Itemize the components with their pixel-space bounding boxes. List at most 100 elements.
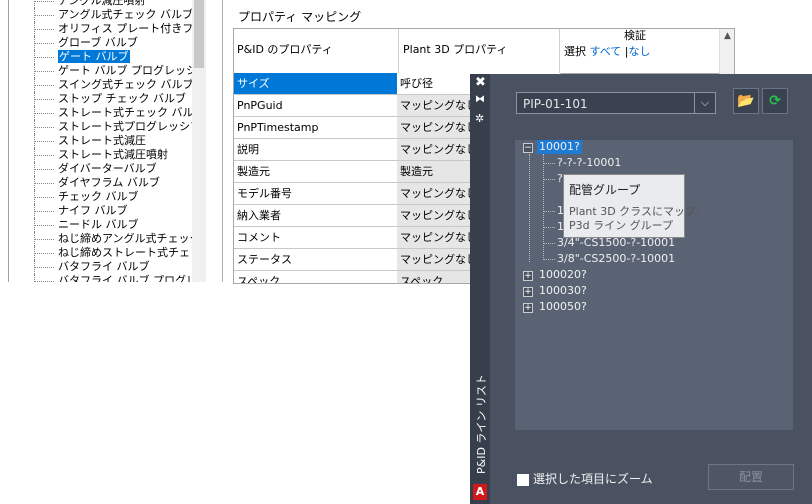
tree-item[interactable]: ねじ締めアングル式チェック / [34, 232, 194, 246]
select-label: 選択 [564, 45, 586, 58]
tree-connector [34, 1, 54, 2]
tree-connector [34, 141, 54, 142]
zoom-to-selection-checkbox[interactable] [517, 474, 529, 486]
tree-node-line[interactable]: ?-?-?-10001 [557, 156, 621, 170]
place-button[interactable]: 配置 [708, 464, 794, 490]
tree-connector [34, 43, 54, 44]
tree-connector [34, 239, 54, 240]
tree-item-label: ねじ締めアングル式チェック / [58, 232, 194, 245]
pid-property-cell[interactable]: サイズ [234, 73, 398, 94]
refresh-button[interactable]: ⟳ [762, 88, 788, 114]
tree-item[interactable]: バタフライ バルブ プログレッシ [34, 274, 194, 282]
tree-item[interactable]: バタフライ バルブ [34, 260, 194, 274]
tree-node-line[interactable]: 3/8"-CS2500-?-10001 [557, 252, 675, 266]
tree-item[interactable]: ストップ チェック バルブ [34, 92, 194, 106]
valve-class-tree[interactable]: アングル減圧噴射アングル式チェック バルブオリフィス プレート付きフローグローブ… [0, 0, 223, 282]
chevron-down-icon[interactable]: ⌵ [694, 93, 715, 113]
select-all-link[interactable]: すべて [590, 45, 622, 58]
header-verify: 検証 選択 すべて |なし [559, 29, 720, 73]
tree-connector [543, 163, 555, 164]
header-plant3d-property[interactable]: Plant 3D プロパティ [398, 29, 563, 73]
tree-item[interactable]: チェック バルブ [34, 190, 194, 204]
tooltip: 配管グループ Plant 3D クラスにマップ: P3d ライン グループ [563, 174, 700, 238]
tree-scrollbar[interactable] [192, 0, 206, 282]
scroll-up-arrow-icon[interactable]: ▲ [720, 31, 734, 41]
expand-icon[interactable]: + [523, 303, 533, 313]
tree-connector [543, 211, 555, 212]
tree-item-label: バタフライ バルブ [58, 260, 150, 273]
tree-item[interactable]: ストレート式減圧 [34, 134, 194, 148]
tree-item[interactable]: スイング式チェック バルブ [34, 78, 194, 92]
pid-property-cell[interactable]: ステータス [234, 249, 398, 270]
tree-node-line[interactable]: ? [557, 172, 563, 186]
tooltip-title: 配管グループ [569, 183, 641, 197]
tree-connector [543, 227, 555, 228]
tree-item[interactable]: アングル減圧噴射 [34, 0, 194, 8]
palette-title-bar[interactable]: ✖ ⧓ ✲ P&ID ライン リスト A [470, 74, 490, 504]
open-folder-button[interactable]: 📂 [733, 88, 759, 114]
collapse-icon[interactable]: − [523, 143, 533, 153]
tree-item[interactable]: ストレート式チェック バルブ [34, 106, 194, 120]
zoom-to-selection-label[interactable]: 選択した項目にズーム [533, 470, 653, 487]
select-none-link[interactable]: なし [629, 45, 651, 58]
tree-connector [34, 85, 54, 86]
tree-item[interactable]: ダイヤフラム バルブ [34, 176, 194, 190]
pid-property-cell[interactable]: 製造元 [234, 161, 398, 182]
pid-property-cell[interactable]: コメント [234, 227, 398, 248]
line-number-dropdown[interactable]: PIP-01-101 ⌵ [516, 92, 716, 114]
tree-item[interactable]: ゲート バルブ [34, 50, 194, 64]
tree-item[interactable]: オリフィス プレート付きフロー [34, 22, 194, 36]
tree-connector [543, 179, 555, 180]
tree-item-label: スイング式チェック バルブ [58, 78, 194, 91]
tree-node-100030[interactable]: 100030? [539, 284, 587, 298]
tree-connector [34, 15, 54, 16]
table-header: P&ID のプロパティ Plant 3D プロパティ 検証 選択 すべて |なし [234, 29, 734, 74]
header-pid-property[interactable]: P&ID のプロパティ [237, 29, 397, 73]
tree-item-label: ダイヤフラム バルブ [58, 176, 160, 189]
tree-scrollbar-thumb[interactable] [194, 0, 204, 68]
tree-item[interactable]: ストレート式プログレッシブ調 [34, 120, 194, 134]
pid-property-cell[interactable]: 納入業者 [234, 205, 398, 226]
tree-connector [34, 253, 54, 254]
autocad-logo-icon[interactable]: A [473, 484, 487, 500]
tree-item[interactable]: ねじ締めストレート式チェック [34, 246, 194, 260]
tree-item-label: ニードル バルブ [58, 218, 139, 231]
expand-icon[interactable]: + [523, 287, 533, 297]
tree-connector [543, 259, 555, 260]
tree-connector [529, 154, 530, 262]
tree-item-label: ゲート バルブ プログレッシブ記 [58, 64, 194, 77]
close-icon[interactable]: ✖ [475, 76, 486, 90]
tree-item-label: オリフィス プレート付きフロー [58, 22, 194, 35]
tree-item[interactable]: アングル式チェック バルブ [34, 8, 194, 22]
pid-property-cell[interactable]: 説明 [234, 139, 398, 160]
tree-node-line[interactable]: 3/4"-CS1500-?-10001 [557, 236, 675, 250]
pid-property-cell[interactable]: スペック [234, 271, 398, 283]
pid-property-cell[interactable]: PnPTimestamp [234, 117, 398, 138]
tree-item[interactable]: ニードル バルブ [34, 218, 194, 232]
properties-icon[interactable]: ✲ [475, 112, 484, 125]
expand-icon[interactable]: + [523, 271, 533, 281]
tree-connector [34, 281, 54, 282]
tree-item-label: ストップ チェック バルブ [58, 92, 186, 105]
tree-item-label: ストレート式減圧噴射 [58, 148, 168, 161]
pid-property-cell[interactable]: PnPGuid [234, 95, 398, 116]
tree-item[interactable]: ストレート式減圧噴射 [34, 148, 194, 162]
tree-item[interactable]: ダイバーターバルブ [34, 162, 194, 176]
pid-property-cell[interactable]: モデル番号 [234, 183, 398, 204]
tree-connector [34, 99, 54, 100]
verify-title: 検証 [624, 29, 646, 42]
auto-hide-icon[interactable]: ⧓ [475, 94, 485, 105]
tree-node-100020[interactable]: 100020? [539, 268, 587, 282]
tree-connector [543, 154, 544, 260]
tree-item[interactable]: ゲート バルブ プログレッシブ記 [34, 64, 194, 78]
tree-item[interactable]: グローブ バルブ [34, 36, 194, 50]
pid-line-list-palette: ✖ ⧓ ✲ P&ID ライン リスト A PIP-01-101 ⌵ 📂 ⟳ − … [470, 74, 812, 504]
tree-border [8, 0, 9, 282]
tree-node-100050[interactable]: 100050? [539, 300, 587, 314]
tree-node-10001[interactable]: 10001? [537, 140, 582, 154]
palette-vertical-title: P&ID ライン リスト [475, 374, 488, 474]
tree-connector [34, 169, 54, 170]
tree-item[interactable]: ナイフ バルブ [34, 204, 194, 218]
tree-list: アングル減圧噴射アングル式チェック バルブオリフィス プレート付きフローグローブ… [34, 0, 194, 282]
property-mapping-title: プロパティ マッピング [238, 10, 362, 24]
